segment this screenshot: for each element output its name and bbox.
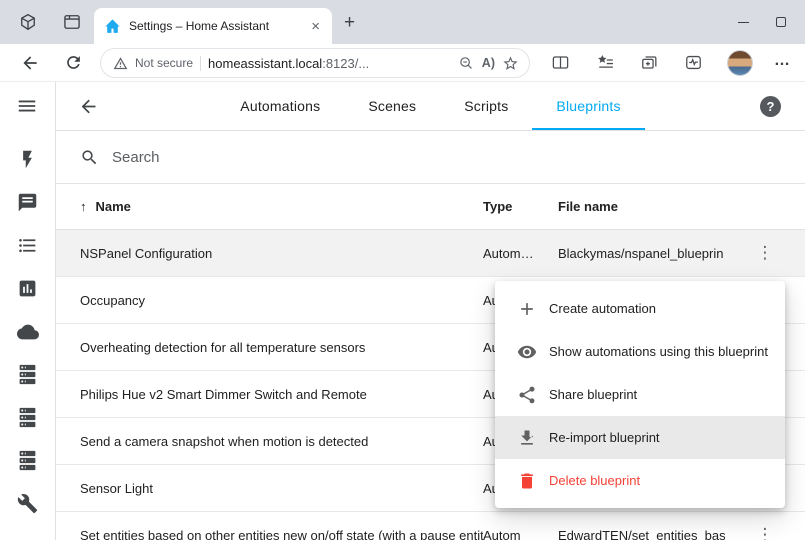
download-icon — [517, 428, 537, 448]
tab-automations[interactable]: Automations — [216, 82, 344, 130]
column-header-file[interactable]: File name — [558, 199, 725, 214]
sidebar-item-energy[interactable] — [0, 138, 55, 181]
profile-avatar[interactable] — [727, 50, 753, 76]
star-icon[interactable] — [502, 55, 519, 72]
wrench-icon — [17, 493, 38, 514]
url-text[interactable]: homeassistant.local:8123/... — [208, 56, 369, 71]
tab-blueprints[interactable]: Blueprints — [532, 82, 644, 130]
chat-icon — [17, 192, 38, 213]
browser-toolbar: Not secure homeassistant.local:8123/... … — [0, 44, 805, 82]
browser-tab[interactable]: Settings – Home Assistant × — [94, 8, 332, 44]
warning-icon[interactable] — [113, 56, 128, 71]
help-icon[interactable]: ? — [760, 96, 781, 117]
row-name: Philips Hue v2 Smart Dimmer Switch and R… — [80, 387, 483, 402]
browser-menu-button[interactable]: … — [774, 52, 791, 70]
search-bar — [56, 131, 805, 183]
row-name: NSPanel Configuration — [80, 246, 483, 261]
zoom-out-icon[interactable] — [458, 55, 475, 72]
browser-titlebar: Settings – Home Assistant × + — [0, 0, 805, 44]
ha-header: Automations Scenes Scripts Blueprints ? — [56, 82, 805, 131]
sidebar-item-todo[interactable] — [0, 224, 55, 267]
sidebar-item-tools[interactable] — [0, 482, 55, 525]
maximize-icon — [776, 17, 786, 27]
share-icon — [517, 385, 537, 405]
server-icon — [17, 407, 38, 428]
cloud-icon — [17, 321, 39, 343]
plus-icon — [517, 299, 537, 319]
row-name: Send a camera snapshot when motion is de… — [80, 434, 483, 449]
ha-tab-bar: Automations Scenes Scripts Blueprints — [56, 82, 805, 130]
security-label[interactable]: Not secure — [135, 56, 193, 70]
tab-scripts[interactable]: Scripts — [440, 82, 532, 130]
minimize-button[interactable] — [729, 10, 757, 34]
menu-icon[interactable] — [16, 95, 38, 117]
maximize-button[interactable] — [767, 10, 795, 34]
table-row[interactable]: Set entities based on other entities new… — [56, 512, 805, 540]
menu-item-delete-blueprint[interactable]: Delete blueprint — [495, 459, 785, 502]
sort-asc-icon: ↑ — [80, 199, 87, 214]
new-tab-button[interactable]: + — [344, 13, 355, 32]
search-icon — [80, 148, 99, 167]
menu-item-share-blueprint[interactable]: Share blueprint — [495, 373, 785, 416]
tab-close-icon[interactable]: × — [309, 19, 322, 34]
server-icon — [17, 364, 38, 385]
row-type: Autom… — [483, 246, 558, 261]
server-icon — [17, 450, 38, 471]
menu-item-create-automation[interactable]: Create automation — [495, 287, 785, 330]
minimize-icon — [738, 22, 749, 23]
row-name: Sensor Light — [80, 481, 483, 496]
chart-icon — [17, 278, 38, 299]
tab-title: Settings – Home Assistant — [129, 19, 301, 33]
split-screen-icon[interactable] — [551, 53, 570, 72]
sidebar-item-server-2[interactable] — [0, 396, 55, 439]
address-bar[interactable]: Not secure homeassistant.local:8123/... … — [100, 48, 530, 78]
refresh-button[interactable] — [64, 53, 83, 72]
read-aloud-icon[interactable]: A) — [482, 56, 495, 70]
ha-sidebar — [0, 82, 56, 540]
trash-icon — [517, 471, 537, 491]
kebab-icon[interactable]: ⋮ — [751, 523, 780, 540]
collections-icon[interactable] — [640, 53, 659, 72]
kebab-icon[interactable]: ⋮ — [751, 241, 780, 265]
tab-scenes[interactable]: Scenes — [344, 82, 440, 130]
menu-item-reimport-blueprint[interactable]: Re-import blueprint — [495, 416, 785, 459]
favorites-icon[interactable] — [596, 53, 615, 72]
omnibox-separator — [200, 56, 201, 71]
home-assistant-logo — [104, 18, 121, 35]
search-input[interactable] — [112, 149, 412, 166]
back-button[interactable] — [20, 53, 40, 73]
column-header-type[interactable]: Type — [483, 199, 558, 214]
lightning-icon — [17, 149, 38, 170]
row-name: Set entities based on other entities new… — [80, 528, 483, 540]
home-assistant-app: Automations Scenes Scripts Blueprints ? … — [0, 82, 805, 540]
sidebar-item-server-3[interactable] — [0, 439, 55, 482]
row-name: Overheating detection for all temperatur… — [80, 340, 483, 355]
sidebar-item-server-1[interactable] — [0, 353, 55, 396]
menu-item-show-automations[interactable]: Show automations using this blueprint — [495, 330, 785, 373]
row-type: Autom — [483, 528, 558, 540]
workspaces-icon[interactable] — [18, 12, 38, 32]
table-row[interactable]: NSPanel Configuration Autom… Blackymas/n… — [56, 230, 805, 277]
ha-back-button[interactable] — [78, 96, 99, 117]
table-header: ↑ Name Type File name — [56, 183, 805, 230]
sidebar-item-history[interactable] — [0, 267, 55, 310]
row-name: Occupancy — [80, 293, 483, 308]
sidebar-item-cloud[interactable] — [0, 310, 55, 353]
row-file: Blackymas/nspanel_blueprin… — [558, 246, 725, 261]
row-file: EdwardTEN/set_entities_bas… — [558, 528, 725, 540]
column-header-name[interactable]: ↑ Name — [80, 199, 483, 214]
list-icon — [17, 235, 38, 256]
blueprint-context-menu: Create automation Show automations using… — [495, 281, 785, 508]
sidebar-item-logbook[interactable] — [0, 181, 55, 224]
eye-icon — [517, 342, 537, 362]
browser-tab-icon[interactable] — [62, 12, 82, 32]
